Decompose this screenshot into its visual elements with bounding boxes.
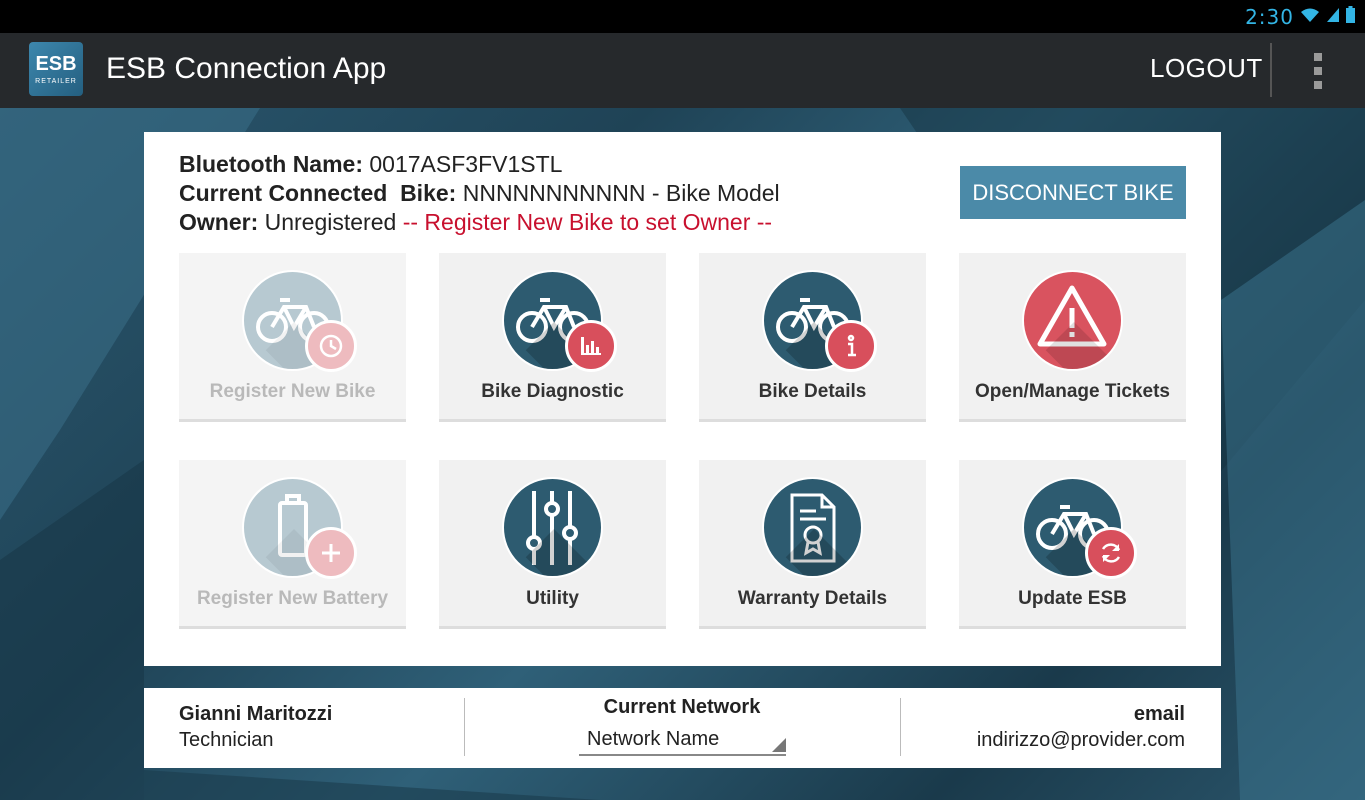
tile-label: Warranty Details bbox=[737, 588, 888, 609]
tile-label: Utility bbox=[526, 588, 579, 609]
app-title: ESB Connection App bbox=[106, 52, 387, 85]
logout-button[interactable]: LOGOUT bbox=[1150, 53, 1263, 84]
user-name: Gianni Maritozzi bbox=[179, 703, 333, 725]
tile-register-new-bike[interactable]: Register New Bike bbox=[179, 253, 406, 422]
clock-icon bbox=[305, 320, 357, 372]
battery-icon bbox=[1346, 6, 1355, 27]
network-select[interactable]: Network Name bbox=[579, 726, 786, 756]
sliders-icon bbox=[502, 477, 603, 578]
logo-sub: RETAILER bbox=[35, 77, 77, 85]
tile-bike-diagnostic[interactable]: Bike Diagnostic bbox=[439, 253, 666, 422]
clock: 2:30 bbox=[1245, 4, 1294, 29]
status-bar: 2:30 bbox=[0, 0, 1365, 33]
tile-utility[interactable]: Utility bbox=[439, 460, 666, 629]
info-icon bbox=[825, 320, 877, 372]
user-role: Technician bbox=[179, 729, 274, 751]
tile-bike-details[interactable]: Bike Details bbox=[699, 253, 926, 422]
bluetooth-row: Bluetooth Name: 0017ASF3FV1STL bbox=[179, 150, 780, 179]
owner-hint: -- Register New Bike to set Owner -- bbox=[402, 209, 773, 235]
bluetooth-value: 0017ASF3FV1STL bbox=[369, 151, 563, 177]
network-title: Current Network bbox=[603, 696, 761, 718]
dropdown-arrow-icon bbox=[772, 738, 786, 752]
disconnect-bike-button[interactable]: DISCONNECT BIKE bbox=[960, 166, 1186, 219]
tile-label: Update ESB bbox=[1018, 588, 1127, 609]
wifi-icon bbox=[1300, 7, 1320, 27]
tile-warranty-details[interactable]: Warranty Details bbox=[699, 460, 926, 629]
tile-label: Register New Battery bbox=[196, 588, 389, 609]
app-logo: ESB RETAILER bbox=[29, 42, 83, 96]
network-select-value: Network Name bbox=[587, 728, 720, 750]
email-value: indirizzo@provider.com bbox=[976, 729, 1185, 751]
warning-icon bbox=[1022, 270, 1123, 371]
tile-update-esb[interactable]: Update ESB bbox=[959, 460, 1186, 629]
bike-row: Current Connected Bike: NNNNNNNNNNN - Bi… bbox=[179, 179, 780, 208]
bike-label: Current Connected Bike: bbox=[179, 180, 457, 206]
main-card: Bluetooth Name: 0017ASF3FV1STL Current C… bbox=[144, 132, 1221, 666]
tile-label: Register New Bike bbox=[209, 381, 376, 402]
certificate-icon bbox=[762, 477, 863, 578]
bluetooth-label: Bluetooth Name: bbox=[179, 151, 363, 177]
tile-label: Bike Details bbox=[758, 381, 867, 402]
signal-icon bbox=[1326, 7, 1340, 27]
owner-row: Owner: Unregistered -- Register New Bike… bbox=[179, 208, 780, 237]
bar-chart-icon bbox=[565, 320, 617, 372]
logo-mark: ESB bbox=[35, 52, 77, 75]
owner-value: Unregistered bbox=[264, 209, 397, 235]
email-title: email bbox=[1133, 703, 1185, 725]
footer-divider bbox=[900, 698, 901, 756]
tile-open-manage-tickets[interactable]: Open/Manage Tickets bbox=[959, 253, 1186, 422]
footer-card: Gianni Maritozzi Technician Current Netw… bbox=[144, 688, 1221, 768]
tile-label: Bike Diagnostic bbox=[481, 381, 624, 402]
bike-value: NNNNNNNNNNN - Bike Model bbox=[462, 180, 780, 206]
plus-icon bbox=[305, 527, 357, 579]
tile-label: Open/Manage Tickets bbox=[975, 381, 1170, 402]
more-vert-icon[interactable] bbox=[1306, 51, 1330, 91]
tile-register-new-battery[interactable]: Register New Battery bbox=[179, 460, 406, 629]
action-bar: ESB RETAILER ESB Connection App LOGOUT bbox=[0, 33, 1365, 108]
connection-info: Bluetooth Name: 0017ASF3FV1STL Current C… bbox=[179, 150, 780, 237]
action-bar-divider bbox=[1270, 43, 1272, 97]
refresh-icon bbox=[1085, 527, 1137, 579]
owner-label: Owner: bbox=[179, 209, 259, 235]
